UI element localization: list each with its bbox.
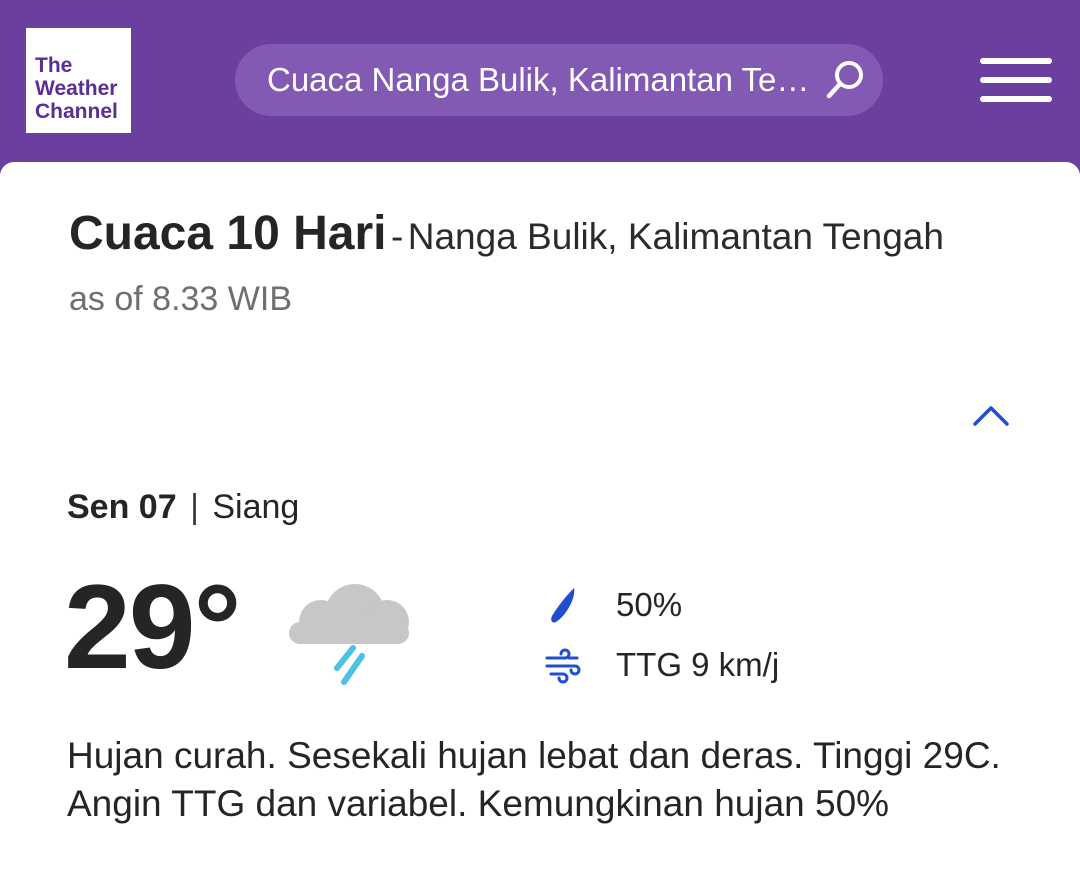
raindrop-icon — [551, 588, 575, 623]
logo-line-2: Weather — [35, 77, 118, 100]
temperature-value: 29° — [64, 560, 241, 694]
rain-cloud-icon — [289, 584, 409, 685]
chevron-up-icon[interactable] — [972, 404, 1010, 428]
search-input[interactable]: Cuaca Nanga Bulik, Kalimantan Tengah — [267, 61, 812, 99]
search-icon[interactable] — [823, 58, 867, 102]
menu-icon[interactable] — [980, 58, 1052, 104]
forecast-card: Cuaca 10 Hari - Nanga Bulik, Kalimantan … — [0, 162, 1080, 889]
location-name: Nanga Bulik, Kalimantan Tengah — [407, 216, 944, 257]
logo-line-1: The — [35, 54, 73, 77]
top-header: The Weather Channel Cuaca Nanga Bulik, K… — [0, 0, 1080, 162]
wind-speed: TTG 9 km/j — [616, 646, 780, 683]
forecast-day-label: Sen 07 | Siang — [67, 488, 299, 527]
title-separator: - — [390, 216, 404, 257]
location-search-bar[interactable]: Cuaca Nanga Bulik, Kalimantan Tengah — [235, 44, 883, 116]
precipitation-chance: 50% — [616, 586, 683, 623]
day-divider: | — [190, 488, 199, 526]
logo-line-3: Channel — [35, 100, 118, 123]
day-period: Siang — [212, 488, 300, 526]
wind-icon — [545, 648, 581, 684]
weather-channel-logo[interactable]: The Weather Channel — [26, 28, 131, 133]
updated-timestamp: as of 8.33 WIB — [69, 280, 292, 318]
forecast-narrative: Hujan curah. Sesekali hujan lebat dan de… — [67, 735, 1001, 824]
page-title: Cuaca 10 Hari — [69, 207, 387, 260]
day-name: Sen 07 — [67, 488, 177, 526]
page-heading: Cuaca 10 Hari - Nanga Bulik, Kalimantan … — [69, 206, 944, 261]
